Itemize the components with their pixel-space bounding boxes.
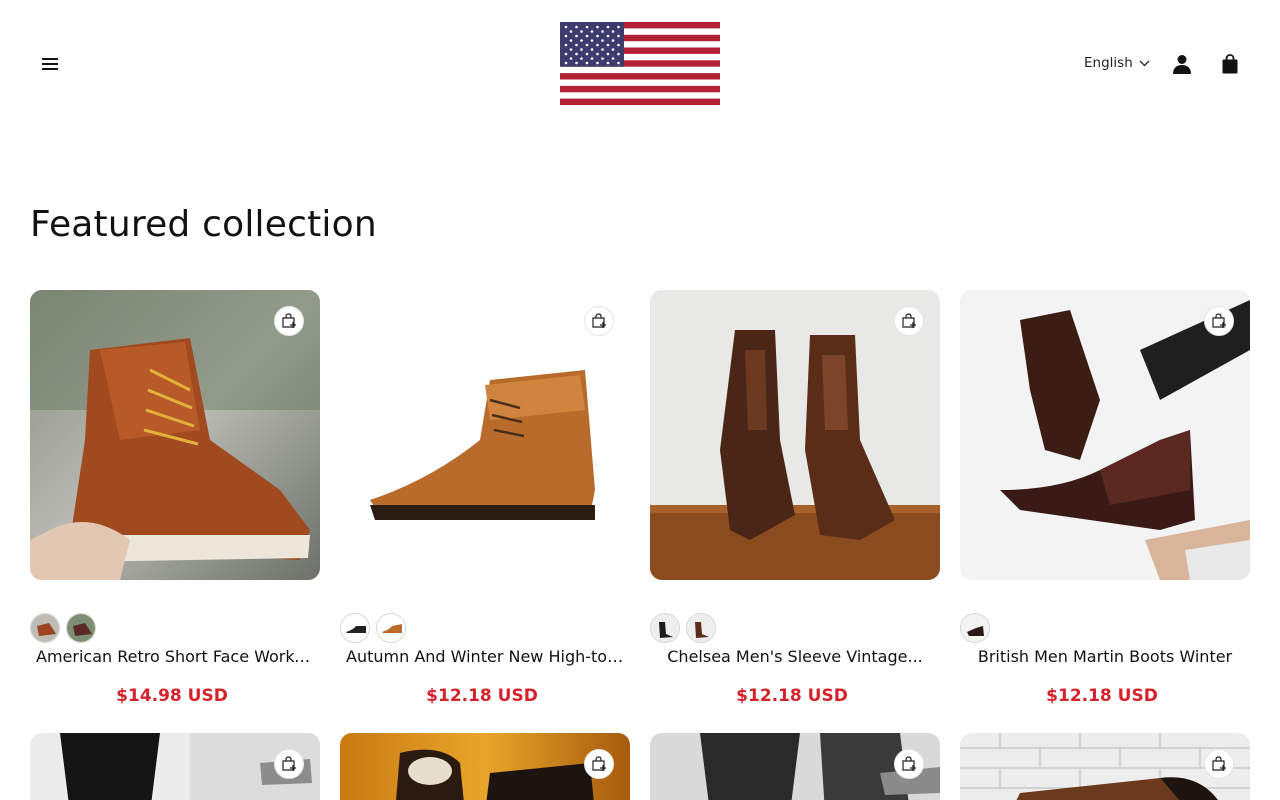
quick-add-bag-icon bbox=[592, 756, 606, 771]
quick-add-bag-icon bbox=[902, 313, 916, 328]
product-image[interactable] bbox=[960, 290, 1250, 580]
site-header: English bbox=[0, 0, 1280, 128]
language-label: English bbox=[1084, 55, 1133, 71]
section-title: Featured collection bbox=[30, 204, 377, 245]
quick-add-button[interactable] bbox=[584, 306, 614, 336]
product-price: $12.18 USD bbox=[736, 686, 848, 706]
color-swatch[interactable] bbox=[960, 613, 990, 643]
quick-add-bag-icon bbox=[1212, 756, 1226, 771]
quick-add-button[interactable] bbox=[894, 306, 924, 336]
product-image[interactable] bbox=[30, 733, 320, 800]
quick-add-bag-icon bbox=[282, 756, 296, 771]
quick-add-button[interactable] bbox=[584, 749, 614, 779]
user-icon bbox=[1173, 55, 1191, 74]
color-swatch[interactable] bbox=[66, 613, 96, 643]
color-swatches bbox=[960, 613, 990, 643]
quick-add-button[interactable] bbox=[1204, 306, 1234, 336]
product-title[interactable]: British Men Martin Boots Winter bbox=[960, 647, 1250, 666]
product-price: $12.18 USD bbox=[1046, 686, 1158, 706]
color-swatch[interactable] bbox=[686, 613, 716, 643]
color-swatch[interactable] bbox=[650, 613, 680, 643]
color-swatches bbox=[650, 613, 716, 643]
quick-add-bag-icon bbox=[282, 313, 296, 328]
account-button[interactable] bbox=[1168, 50, 1196, 78]
quick-add-button[interactable] bbox=[274, 749, 304, 779]
color-swatches bbox=[30, 613, 96, 643]
shopping-bag-icon bbox=[1222, 54, 1238, 74]
color-swatch[interactable] bbox=[340, 613, 370, 643]
product-image[interactable] bbox=[340, 290, 630, 580]
hamburger-icon bbox=[42, 58, 58, 70]
cart-button[interactable] bbox=[1216, 50, 1244, 78]
product-image[interactable] bbox=[960, 733, 1250, 800]
product-price: $14.98 USD bbox=[116, 686, 228, 706]
quick-add-button[interactable] bbox=[894, 749, 924, 779]
us-flag-logo[interactable] bbox=[560, 22, 720, 105]
product-image[interactable] bbox=[650, 290, 940, 580]
quick-add-button[interactable] bbox=[1204, 749, 1234, 779]
product-title[interactable]: Chelsea Men's Sleeve Vintage... bbox=[650, 647, 940, 666]
product-price: $12.18 USD bbox=[426, 686, 538, 706]
quick-add-bag-icon bbox=[592, 313, 606, 328]
chevron-down-icon bbox=[1139, 60, 1150, 67]
product-title[interactable]: Autumn And Winter New High-top... bbox=[340, 647, 630, 666]
color-swatch[interactable] bbox=[30, 613, 60, 643]
product-image[interactable] bbox=[30, 290, 320, 580]
quick-add-button[interactable] bbox=[274, 306, 304, 336]
color-swatch[interactable] bbox=[376, 613, 406, 643]
menu-button[interactable] bbox=[36, 50, 64, 78]
language-selector[interactable]: English bbox=[1084, 52, 1150, 74]
product-image[interactable] bbox=[650, 733, 940, 800]
quick-add-bag-icon bbox=[902, 756, 916, 771]
quick-add-bag-icon bbox=[1212, 313, 1226, 328]
product-title[interactable]: American Retro Short Face Worker... bbox=[30, 647, 320, 666]
product-image[interactable] bbox=[340, 733, 630, 800]
color-swatches bbox=[340, 613, 406, 643]
